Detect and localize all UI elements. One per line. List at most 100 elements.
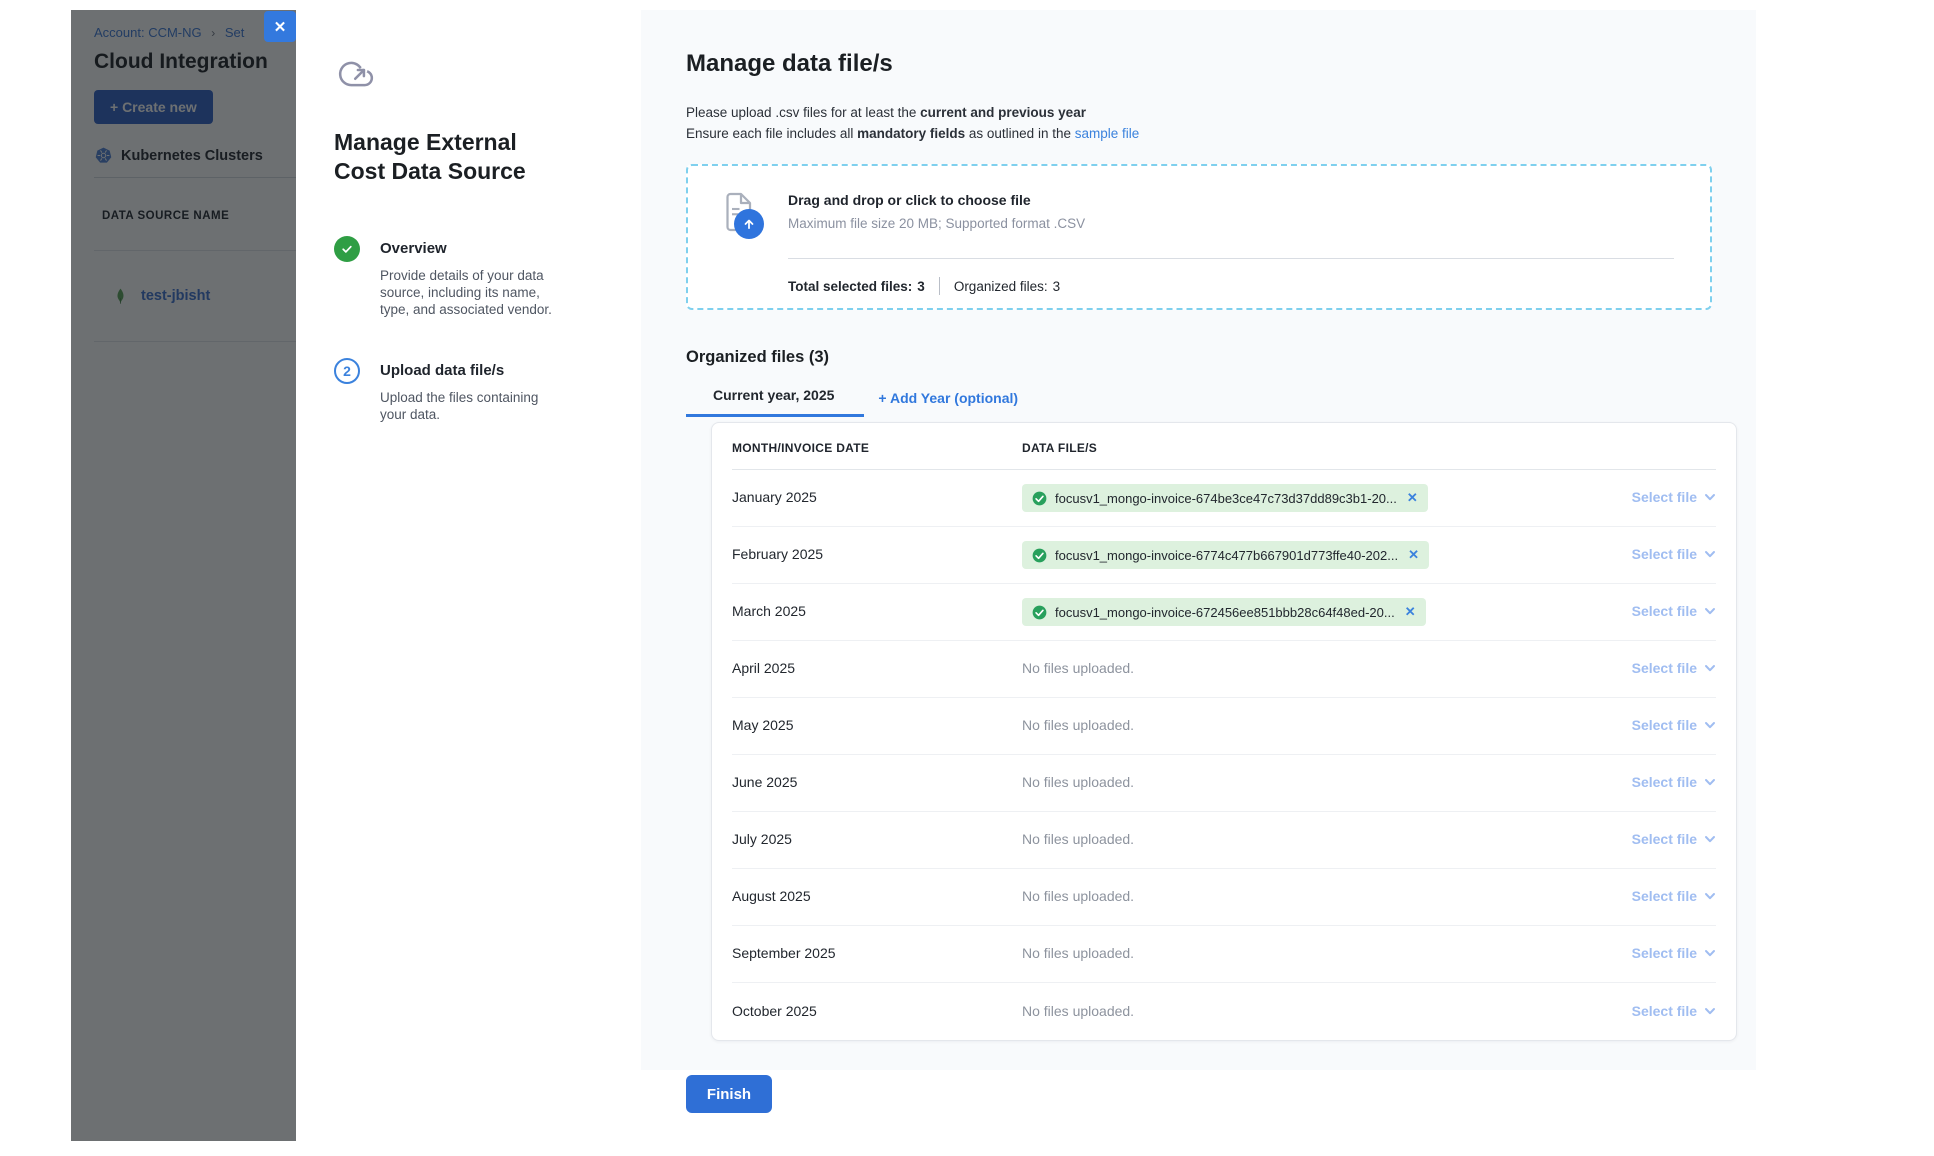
select-file-label: Select file xyxy=(1632,717,1697,733)
select-file-button[interactable]: Select file xyxy=(1632,774,1716,790)
step-complete-check-icon xyxy=(334,236,360,262)
no-files-text: No files uploaded. xyxy=(1022,1003,1134,1019)
stats-separator xyxy=(939,277,940,295)
select-file-label: Select file xyxy=(1632,1003,1697,1019)
file-chip: focusv1_mongo-invoice-674be3ce47c73d37dd… xyxy=(1022,484,1428,512)
no-files-text: No files uploaded. xyxy=(1022,888,1134,904)
wizard-title: Manage External Cost Data Source xyxy=(334,128,574,186)
year-tabs: Current year, 2025 + Add Year (optional) xyxy=(686,387,1737,417)
table-row: May 2025 No files uploaded. Select file xyxy=(732,698,1716,755)
chevron-down-icon xyxy=(1704,662,1716,674)
select-file-label: Select file xyxy=(1632,603,1697,619)
upload-instructions: Please upload .csv files for at least th… xyxy=(686,102,1737,144)
manage-files-panel: Manage data file/s Please upload .csv fi… xyxy=(641,10,1756,1070)
instruction-line1-bold: current and previous year xyxy=(920,105,1086,120)
finish-button[interactable]: Finish xyxy=(686,1075,772,1113)
no-files-text: No files uploaded. xyxy=(1022,660,1134,676)
month-column-header: MONTH/INVOICE DATE xyxy=(732,441,1022,455)
dropzone-main-text: Drag and drop or click to choose file xyxy=(788,190,1085,208)
select-file-button[interactable]: Select file xyxy=(1632,546,1716,562)
file-column-header: DATA FILE/S xyxy=(1022,441,1576,455)
table-row: April 2025 No files uploaded. Select fil… xyxy=(732,641,1716,698)
app-window: Account: CCM-NG › Set Cloud Integration … xyxy=(71,10,1756,1141)
file-check-icon xyxy=(1032,491,1047,506)
no-files-text: No files uploaded. xyxy=(1022,774,1134,790)
select-file-button[interactable]: Select file xyxy=(1632,489,1716,505)
table-row: September 2025 No files uploaded. Select… xyxy=(732,926,1716,983)
month-rows: January 2025 focusv1_mongo-invoice-674be… xyxy=(732,470,1716,1040)
month-label: April 2025 xyxy=(732,660,795,676)
table-row: June 2025 No files uploaded. Select file xyxy=(732,755,1716,812)
table-row: July 2025 No files uploaded. Select file xyxy=(732,812,1716,869)
sample-file-link[interactable]: sample file xyxy=(1075,126,1140,141)
instruction-line1: Please upload .csv files for at least th… xyxy=(686,105,920,120)
months-table-card: MONTH/INVOICE DATE DATA FILE/S January 2… xyxy=(711,422,1737,1041)
tab-current-year[interactable]: Current year, 2025 xyxy=(686,387,864,417)
select-file-button[interactable]: Select file xyxy=(1632,717,1716,733)
organized-files-heading: Organized files (3) xyxy=(686,348,1737,367)
remove-file-icon[interactable]: ✕ xyxy=(1408,547,1419,563)
step-number-badge: 2 xyxy=(334,358,360,384)
dropzone-divider xyxy=(788,258,1674,259)
month-label: January 2025 xyxy=(732,489,817,505)
upload-file-icon xyxy=(720,190,766,242)
file-name: focusv1_mongo-invoice-6774c477b667901d77… xyxy=(1055,548,1398,563)
instruction-line2-bold: mandatory fields xyxy=(857,126,965,141)
chevron-down-icon xyxy=(1704,719,1716,731)
file-name: focusv1_mongo-invoice-674be3ce47c73d37dd… xyxy=(1055,491,1397,506)
no-files-text: No files uploaded. xyxy=(1022,945,1134,961)
chevron-down-icon xyxy=(1704,947,1716,959)
background-page: Account: CCM-NG › Set Cloud Integration … xyxy=(71,10,296,1141)
select-file-label: Select file xyxy=(1632,660,1697,676)
month-label: August 2025 xyxy=(732,888,811,904)
select-file-button[interactable]: Select file xyxy=(1632,603,1716,619)
select-file-button[interactable]: Select file xyxy=(1632,945,1716,961)
organized-files-value: 3 xyxy=(1053,279,1061,294)
table-header-row: MONTH/INVOICE DATE DATA FILE/S xyxy=(732,423,1716,470)
month-label: September 2025 xyxy=(732,945,836,961)
instruction-line2: Ensure each file includes all xyxy=(686,126,857,141)
file-dropzone[interactable]: Drag and drop or click to choose file Ma… xyxy=(686,164,1712,310)
wizard-sidebar: Manage External Cost Data Source Overvie… xyxy=(296,10,641,1141)
table-row: February 2025 focusv1_mongo-invoice-6774… xyxy=(732,527,1716,584)
no-files-text: No files uploaded. xyxy=(1022,831,1134,847)
file-check-icon xyxy=(1032,548,1047,563)
cloud-export-icon xyxy=(334,55,378,93)
select-file-label: Select file xyxy=(1632,831,1697,847)
chevron-down-icon xyxy=(1704,833,1716,845)
month-label: October 2025 xyxy=(732,1003,817,1019)
dropzone-stats: Total selected files: 3 Organized files:… xyxy=(788,277,1684,295)
dropzone-sub-text: Maximum file size 20 MB; Supported forma… xyxy=(788,216,1085,231)
close-icon: ✕ xyxy=(274,18,287,36)
step-upload-label: Upload data file/s xyxy=(380,358,558,379)
panel-title: Manage data file/s xyxy=(686,50,1737,78)
select-file-button[interactable]: Select file xyxy=(1632,888,1716,904)
select-file-button[interactable]: Select file xyxy=(1632,1003,1716,1019)
select-file-button[interactable]: Select file xyxy=(1632,660,1716,676)
instruction-line2-suffix: as outlined in the xyxy=(965,126,1075,141)
step-upload-description: Upload the files containing your data. xyxy=(380,389,558,423)
step-overview[interactable]: Overview Provide details of your data so… xyxy=(334,236,601,318)
table-row: January 2025 focusv1_mongo-invoice-674be… xyxy=(732,470,1716,527)
add-year-button[interactable]: + Add Year (optional) xyxy=(864,390,1028,417)
file-check-icon xyxy=(1032,605,1047,620)
file-chip: focusv1_mongo-invoice-6774c477b667901d77… xyxy=(1022,541,1429,569)
month-label: July 2025 xyxy=(732,831,792,847)
upload-arrow-icon xyxy=(734,209,764,239)
file-name: focusv1_mongo-invoice-672456ee851bbb28c6… xyxy=(1055,605,1395,620)
total-selected-label: Total selected files: xyxy=(788,279,912,294)
modal-footer: Finish xyxy=(641,1070,1756,1141)
wizard-steps: Overview Provide details of your data so… xyxy=(334,236,601,423)
remove-file-icon[interactable]: ✕ xyxy=(1405,604,1416,620)
select-file-label: Select file xyxy=(1632,945,1697,961)
select-file-label: Select file xyxy=(1632,888,1697,904)
select-file-button[interactable]: Select file xyxy=(1632,831,1716,847)
organized-files-label: Organized files: xyxy=(954,279,1048,294)
month-label: February 2025 xyxy=(732,546,823,562)
month-label: March 2025 xyxy=(732,603,806,619)
chevron-down-icon xyxy=(1704,548,1716,560)
close-button[interactable]: ✕ xyxy=(264,11,296,42)
remove-file-icon[interactable]: ✕ xyxy=(1407,490,1418,506)
step-upload-data[interactable]: 2 Upload data file/s Upload the files co… xyxy=(334,358,601,423)
select-file-label: Select file xyxy=(1632,546,1697,562)
